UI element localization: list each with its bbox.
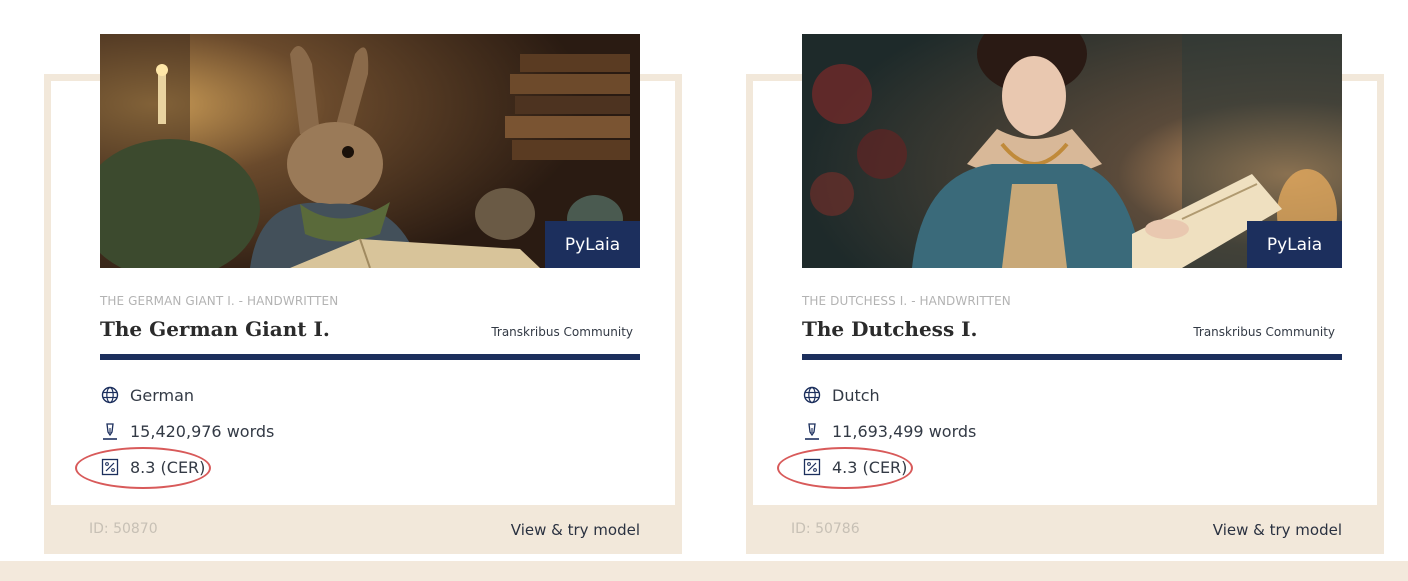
- cer-highlight-ellipse: [75, 447, 211, 489]
- globe-icon: [802, 385, 822, 405]
- model-subtitle: THE DUTCHESS I. - HANDWRITTEN: [802, 294, 1011, 308]
- view-try-model-link[interactable]: View & try model: [1213, 521, 1342, 539]
- word-count: 11,693,499 words: [832, 421, 977, 441]
- model-type-badge: PyLaia: [545, 221, 640, 268]
- globe-icon: [100, 385, 120, 405]
- model-owner: Transkribus Community: [491, 325, 633, 339]
- cer-highlight-ellipse: [777, 447, 913, 489]
- title-divider: [802, 354, 1342, 360]
- model-title[interactable]: The Dutchess I.: [802, 317, 977, 341]
- model-thumbnail[interactable]: PyLaia: [802, 34, 1342, 268]
- card-body: PyLaia THE GERMAN GIANT I. - HANDWRITTEN…: [51, 34, 675, 505]
- meta-language: Dutch: [802, 384, 880, 406]
- card-footer: ID: 50870 View & try model: [44, 505, 682, 554]
- language-label: Dutch: [832, 385, 880, 405]
- pen-nib-icon: [802, 421, 822, 441]
- model-subtitle: THE GERMAN GIANT I. - HANDWRITTEN: [100, 294, 339, 308]
- model-type-badge: PyLaia: [1247, 221, 1342, 268]
- title-divider: [100, 354, 640, 360]
- language-label: German: [130, 385, 195, 405]
- model-owner: Transkribus Community: [1193, 325, 1335, 339]
- meta-language: German: [100, 384, 194, 406]
- model-card[interactable]: PyLaia THE GERMAN GIANT I. - HANDWRITTEN…: [44, 34, 682, 554]
- model-thumbnail[interactable]: PyLaia: [100, 34, 640, 268]
- model-id: ID: 50870: [89, 521, 158, 537]
- view-try-model-link[interactable]: View & try model: [511, 521, 640, 539]
- page-bottom-band: [0, 561, 1408, 581]
- card-footer: ID: 50786 View & try model: [746, 505, 1384, 554]
- model-id: ID: 50786: [791, 521, 860, 537]
- meta-words: 11,693,499 words: [802, 420, 976, 442]
- card-body: PyLaia THE DUTCHESS I. - HANDWRITTEN The…: [753, 34, 1377, 505]
- pen-nib-icon: [100, 421, 120, 441]
- word-count: 15,420,976 words: [130, 421, 275, 441]
- meta-words: 15,420,976 words: [100, 420, 274, 442]
- model-card[interactable]: PyLaia THE DUTCHESS I. - HANDWRITTEN The…: [746, 34, 1384, 554]
- model-title[interactable]: The German Giant I.: [100, 317, 330, 341]
